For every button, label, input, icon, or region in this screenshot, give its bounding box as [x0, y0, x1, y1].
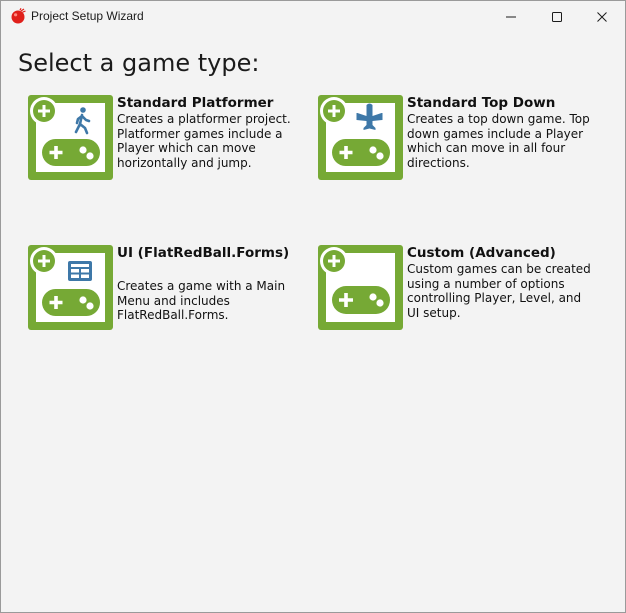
- title-bar[interactable]: Project Setup Wizard: [1, 1, 625, 32]
- maximize-button[interactable]: [534, 1, 580, 32]
- game-tile-icon: [28, 245, 113, 330]
- option-description: Creates a platformer project. Platformer…: [117, 112, 291, 170]
- option-custom-advanced[interactable]: Custom (Advanced) Custom games can be cr…: [318, 245, 608, 345]
- page-heading: Select a game type:: [18, 49, 260, 77]
- option-title: Standard Top Down: [407, 95, 556, 111]
- option-standard-top-down[interactable]: Standard Top Down Creates a top down gam…: [318, 95, 608, 195]
- minimize-icon: [506, 16, 516, 17]
- game-tile-icon: [318, 245, 403, 330]
- option-description: Creates a top down game. Top down games …: [407, 112, 590, 170]
- option-ui-flatredball-forms[interactable]: UI (FlatRedBall.Forms) Creates a game wi…: [28, 245, 318, 345]
- game-tile-icon: [28, 95, 113, 180]
- project-setup-wizard-window: Project Setup Wizard Select a game type:: [0, 0, 626, 613]
- option-standard-platformer[interactable]: Standard Platformer Creates a platformer…: [28, 95, 318, 195]
- ui-layout-icon: [68, 261, 92, 281]
- close-icon: [597, 11, 607, 22]
- close-button[interactable]: [579, 1, 625, 32]
- minimize-button[interactable]: [488, 1, 534, 32]
- option-description: Creates a game with a Main Menu and incl…: [117, 279, 286, 323]
- window-title: Project Setup Wizard: [31, 9, 144, 23]
- maximize-icon: [552, 11, 562, 22]
- option-title: UI (FlatRedBall.Forms): [117, 245, 290, 261]
- redball-icon: [11, 8, 26, 24]
- option-description: Custom games can be created using a numb…: [407, 262, 591, 320]
- game-tile-icon: [318, 95, 403, 180]
- option-title: Custom (Advanced): [407, 245, 556, 261]
- option-title: Standard Platformer: [117, 95, 274, 111]
